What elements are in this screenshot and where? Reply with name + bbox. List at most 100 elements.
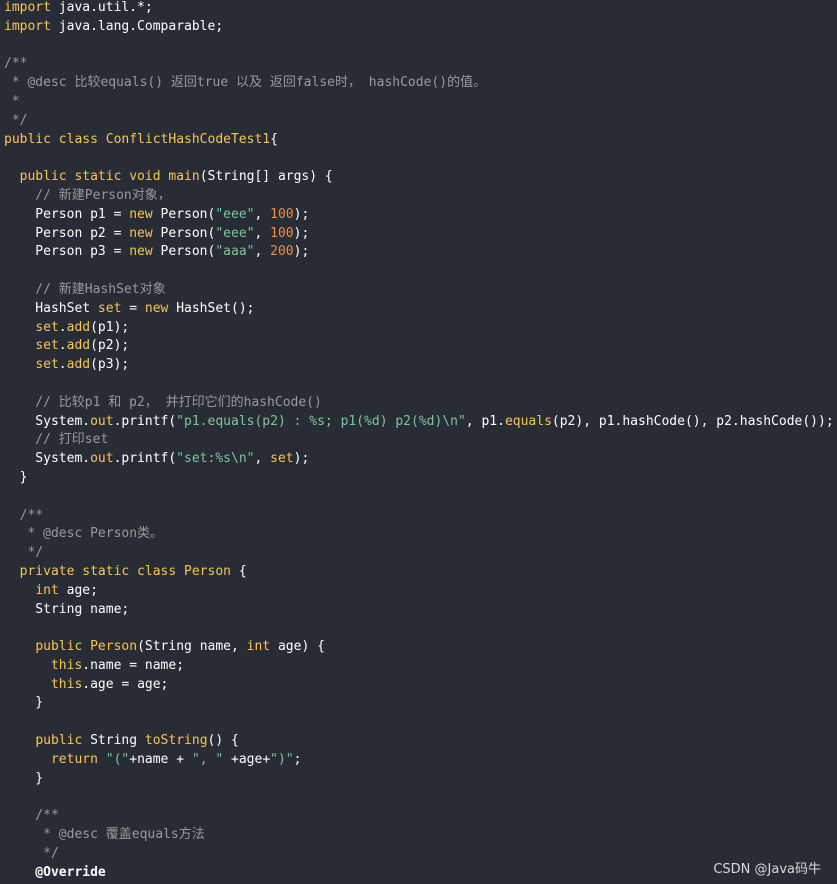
code-token: ); [293,451,310,467]
code-token: (p3); [90,357,130,373]
code-line: @Override [4,864,834,883]
code-token: ); [293,206,310,222]
code-token: , [254,244,271,260]
code-line: Person p1 = new Person("eee", 100); [4,206,834,225]
code-token: "p1.equals(p2) : %s; p1(%d) p2(%d)\n" [176,413,466,429]
code-token: import [4,18,51,34]
code-token: . [58,338,67,354]
code-token: String [90,733,145,749]
code-token: out [90,413,114,429]
code-token: HashSet [4,300,98,316]
code-token: , p1. [465,413,505,429]
code-token: equals [504,413,552,429]
code-token: HashSet(); [168,300,255,316]
code-token: */ [4,845,59,861]
code-line: public Person(String name, int age) { [4,638,834,657]
code-token: // 比较p1 和 p2， 并打印它们的hashCode() [4,394,322,410]
code-token: // 打印set [4,432,109,448]
code-token: ); [293,244,310,260]
code-token: { [270,131,278,147]
code-token: "eee" [215,225,255,241]
code-line: set.add(p3); [4,356,834,375]
code-token: ConflictHashCodeTest1 [105,131,271,147]
code-token: 100 [270,206,294,222]
code-token: */ [4,545,44,561]
code-line: int age; [4,582,834,601]
code-line: * @desc 覆盖equals方法 [4,826,834,845]
code-line: return "("+name + ", " +age+")"; [4,751,834,770]
code-token: */ [4,112,28,128]
code-token: (String[] args) { [199,169,333,185]
code-line: public static void main(String[] args) { [4,168,834,187]
code-line: // 新建Person对象， [4,187,834,206]
code-token: return [50,751,98,767]
code-token: System. [4,413,91,429]
code-token: "eee" [215,206,255,222]
code-line: System.out.printf("set:%s\n", set); [4,450,834,469]
code-line: * @desc 比较equals() 返回true 以及 返回false时， h… [4,74,834,93]
code-line: // 比较p1 和 p2， 并打印它们的hashCode() [4,394,834,413]
code-token: * @desc 覆盖equals方法 [4,827,205,843]
code-token: String name; [4,601,130,617]
code-token: public static void [19,169,169,185]
code-line: Person p2 = new Person("eee", 100); [4,225,834,244]
code-line: set.add(p1); [4,319,834,338]
code-line: * [4,93,834,112]
code-token: set [35,357,59,373]
code-token: java.util.*; [50,0,153,15]
code-line: */ [4,112,834,131]
code-token: "(" [105,751,130,767]
code-token: 200 [270,244,294,260]
code-token: add [66,319,91,335]
code-line: // 打印set [4,431,834,450]
code-token: { [231,563,247,579]
code-token: +age+ [223,751,271,767]
code-token: .name = name; [82,657,185,673]
code-token: .age = age; [82,676,169,692]
watermark: CSDN @Java码牛 [713,862,821,877]
code-token: @Override [4,864,106,880]
code-token: int [35,582,59,598]
code-block[interactable]: import java.util.*; import java.lang.Comp… [4,0,834,884]
code-token: } [4,770,44,786]
code-token: "aaa" [215,244,255,260]
code-line: /** [4,807,834,826]
code-token: System. [4,451,91,467]
code-token: = [121,300,145,316]
code-line: private static class Person { [4,563,834,582]
code-token: () { [207,733,239,749]
code-token: add [66,357,91,373]
code-line: * @desc Person类。 [4,525,834,544]
code-token: age; [58,582,98,598]
code-token: new [129,244,153,260]
code-token: set [35,338,59,354]
code-token: Person p2 = [4,225,130,241]
code-line: set.add(p2); [4,337,834,356]
code-token: java.lang.Comparable; [50,18,224,34]
code-token: this [50,657,83,673]
code-token: "set:%s\n" [176,451,255,467]
code-line: import java.lang.Comparable; [4,18,834,37]
code-token: new [144,300,169,316]
code-token: ); [293,225,310,241]
code-token: Person( [152,244,216,260]
code-token: int [246,639,271,655]
code-token: set [35,319,59,335]
code-token: /** [4,808,59,824]
code-token: set [270,451,294,467]
code-token: (p2); [90,338,130,354]
code-editor[interactable]: import java.util.*; import java.lang.Comp… [0,0,837,884]
